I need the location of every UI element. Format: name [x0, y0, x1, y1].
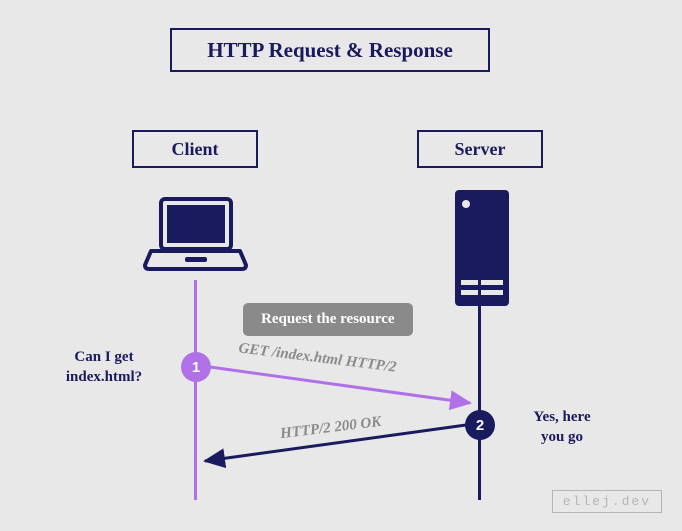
- server-speech: Yes, here you go: [507, 408, 617, 447]
- step-badge-1: 1: [181, 352, 211, 382]
- server-speech-l2: you go: [541, 429, 583, 445]
- step-caption: Request the resource: [243, 303, 413, 336]
- client-speech-l2: index.html?: [66, 369, 142, 385]
- client-lifeline: [194, 280, 197, 500]
- laptop-icon: [143, 195, 248, 280]
- diagram-title: HTTP Request & Response: [170, 28, 490, 72]
- step-badge-2: 2: [465, 410, 495, 440]
- request-line: GET /index.html HTTP/2: [238, 340, 398, 376]
- server-label: Server: [417, 130, 543, 168]
- client-label: Client: [132, 130, 258, 168]
- response-line: HTTP/2 200 OK: [279, 414, 382, 443]
- server-icon: [453, 188, 511, 313]
- credit-label: ellej.dev: [552, 490, 662, 513]
- client-speech-l1: Can I get: [74, 349, 133, 365]
- sequence-arrows: [0, 0, 682, 531]
- server-lifeline: [478, 280, 481, 500]
- server-speech-l1: Yes, here: [533, 409, 590, 425]
- client-speech: Can I get index.html?: [44, 348, 164, 387]
